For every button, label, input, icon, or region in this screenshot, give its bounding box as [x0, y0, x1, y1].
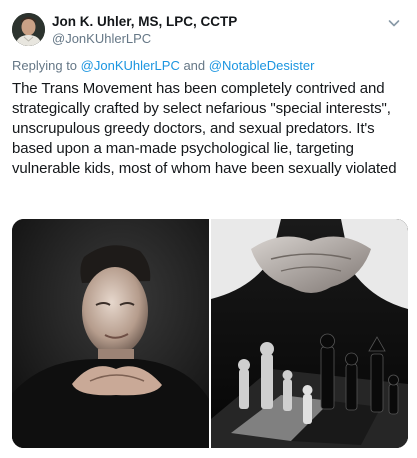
chevron-down-icon[interactable]: [386, 15, 402, 31]
media-photo-chess-hands[interactable]: [211, 219, 408, 448]
tweet-card: Jon K. Uhler, MS, LPC, CCTP @JonKUhlerLP…: [0, 0, 417, 458]
mention-link-jonkuhlerlpc[interactable]: @JonKUhlerLPC: [81, 58, 180, 73]
author-names: Jon K. Uhler, MS, LPC, CCTP @JonKUhlerLP…: [52, 14, 237, 47]
tweet-media-grid: [12, 219, 408, 448]
tweet-text: The Trans Movement has been completely c…: [12, 80, 397, 177]
replying-to-label: Replying to: [12, 58, 81, 73]
mention-link-notabledesister[interactable]: @NotableDesister: [209, 58, 315, 73]
author-handle[interactable]: @JonKUhlerLPC: [52, 31, 237, 47]
avatar[interactable]: [12, 13, 45, 46]
replying-to-line: Replying to @JonKUhlerLPC and @NotableDe…: [12, 58, 314, 73]
media-photo-man-portrait[interactable]: [12, 219, 209, 448]
tweet-header: Jon K. Uhler, MS, LPC, CCTP @JonKUhlerLP…: [12, 11, 402, 51]
author-display-name[interactable]: Jon K. Uhler, MS, LPC, CCTP: [52, 14, 237, 30]
replying-conjunction: and: [179, 58, 209, 73]
